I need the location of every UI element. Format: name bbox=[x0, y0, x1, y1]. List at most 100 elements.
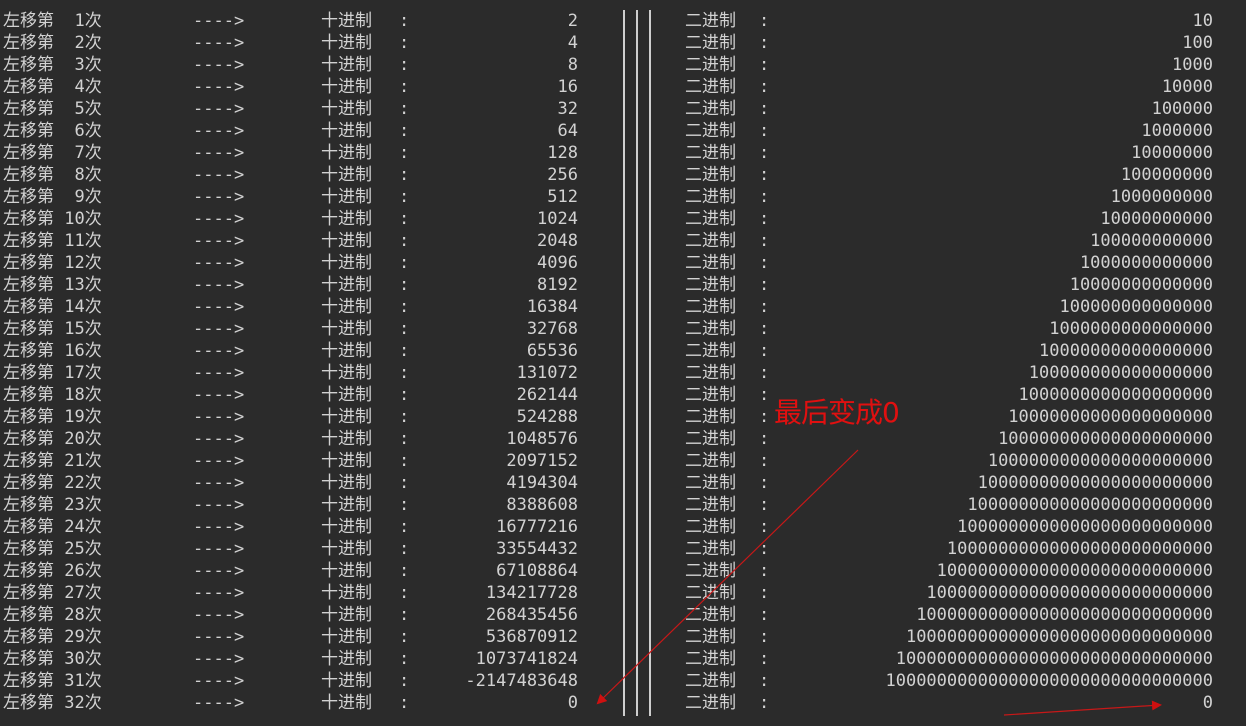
decimal-value: 8388608 bbox=[506, 495, 578, 515]
decimal-colon: : bbox=[399, 187, 410, 207]
binary-value: 100000000000000000000000000 bbox=[936, 561, 1213, 581]
decimal-colon: : bbox=[399, 627, 410, 647]
decimal-colon: : bbox=[399, 209, 410, 229]
row-label: 左移第 21次 bbox=[3, 451, 102, 471]
decimal-value: 524288 bbox=[516, 407, 578, 427]
arrow-text: ----> bbox=[193, 539, 245, 559]
row-label: 左移第 7次 bbox=[3, 143, 102, 163]
decimal-colon: : bbox=[399, 55, 410, 75]
decimal-value: 128 bbox=[547, 143, 578, 163]
decimal-colon: : bbox=[399, 517, 410, 537]
binary-value: 1000000000 bbox=[1110, 187, 1213, 207]
row-label: 左移第 20次 bbox=[3, 429, 102, 449]
arrow-text: ----> bbox=[193, 297, 245, 317]
binary-value: 1000 bbox=[1172, 55, 1213, 75]
row-label: 左移第 29次 bbox=[3, 627, 102, 647]
decimal-label: 十进制 bbox=[321, 275, 372, 295]
decimal-colon: : bbox=[399, 495, 410, 515]
arrow-text: ----> bbox=[193, 341, 245, 361]
binary-label: 二进制 bbox=[685, 11, 736, 31]
binary-colon: : bbox=[759, 55, 770, 75]
binary-value: 1000000000000 bbox=[1079, 253, 1213, 273]
binary-colon: : bbox=[759, 143, 770, 163]
binary-value: 1000000000000000000000000000000 bbox=[895, 649, 1213, 669]
decimal-label: 十进制 bbox=[321, 605, 372, 625]
decimal-value: 1073741824 bbox=[475, 649, 578, 669]
arrow-text: ----> bbox=[193, 407, 245, 427]
decimal-label: 十进制 bbox=[321, 99, 372, 119]
arrow-text: ----> bbox=[193, 671, 245, 691]
decimal-label: 十进制 bbox=[321, 583, 372, 603]
row-label: 左移第 15次 bbox=[3, 319, 102, 339]
binary-colon: : bbox=[759, 231, 770, 251]
binary-colon: : bbox=[759, 627, 770, 647]
binary-colon: : bbox=[759, 605, 770, 625]
output-row: 左移第 6次 ----> 十进制: 64 二进制: 1000000 bbox=[0, 120, 1246, 142]
binary-value: 1000000000000000000000000000 bbox=[926, 583, 1213, 603]
output-row: 左移第 28次 ----> 十进制: 268435456 二进制: 10000000000… bbox=[0, 604, 1246, 626]
binary-value: 10000000000000000 bbox=[1039, 341, 1213, 361]
binary-label: 二进制 bbox=[685, 55, 736, 75]
output-row: 左移第 16次 ----> 十进制: 65536 二进制: 100000000000000… bbox=[0, 340, 1246, 362]
binary-label: 二进制 bbox=[685, 121, 736, 141]
decimal-colon: : bbox=[399, 429, 410, 449]
row-label: 左移第 28次 bbox=[3, 605, 102, 625]
decimal-colon: : bbox=[399, 363, 410, 383]
binary-label: 二进制 bbox=[685, 605, 736, 625]
binary-label: 二进制 bbox=[685, 165, 736, 185]
decimal-label: 十进制 bbox=[321, 649, 372, 669]
binary-label: 二进制 bbox=[685, 297, 736, 317]
row-label: 左移第 4次 bbox=[3, 77, 102, 97]
decimal-value: 0 bbox=[567, 693, 578, 713]
binary-label: 二进制 bbox=[685, 649, 736, 669]
output-row: 左移第 4次 ----> 十进制: 16 二进制: 10000 bbox=[0, 76, 1246, 98]
decimal-label: 十进制 bbox=[321, 407, 372, 427]
output-row: 左移第 21次 ----> 十进制: 2097152 二进制: 1000000000000… bbox=[0, 450, 1246, 472]
binary-label: 二进制 bbox=[685, 583, 736, 603]
binary-value: 100000000 bbox=[1120, 165, 1213, 185]
binary-colon: : bbox=[759, 11, 770, 31]
binary-value: 100000 bbox=[1151, 99, 1213, 119]
output-row: 左移第 10次 ----> 十进制: 1024 二进制: 10000000000 bbox=[0, 208, 1246, 230]
row-label: 左移第 13次 bbox=[3, 275, 102, 295]
arrow-text: ----> bbox=[193, 561, 245, 581]
output-row: 左移第 9次 ----> 十进制: 512 二进制: 1000000000 bbox=[0, 186, 1246, 208]
output-row: 左移第 8次 ----> 十进制: 256 二进制: 100000000 bbox=[0, 164, 1246, 186]
binary-label: 二进制 bbox=[685, 363, 736, 383]
output-row: 左移第 29次 ----> 十进制: 536870912 二进制: 10000000000… bbox=[0, 626, 1246, 648]
binary-colon: : bbox=[759, 561, 770, 581]
console-output: 左移第 1次 ----> 十进制: 2 二进制: 10 左移第 2次 ----> 十进制: 4 二进… bbox=[0, 0, 1246, 726]
binary-value: 10000000000000000000000000000 bbox=[916, 605, 1213, 625]
decimal-colon: : bbox=[399, 11, 410, 31]
arrow-text: ----> bbox=[193, 165, 245, 185]
decimal-colon: : bbox=[399, 671, 410, 691]
row-label: 左移第 8次 bbox=[3, 165, 102, 185]
arrow-text: ----> bbox=[193, 187, 245, 207]
row-label: 左移第 16次 bbox=[3, 341, 102, 361]
binary-label: 二进制 bbox=[685, 693, 736, 713]
decimal-colon: : bbox=[399, 561, 410, 581]
arrow-text: ----> bbox=[193, 99, 245, 119]
arrow-text: ----> bbox=[193, 627, 245, 647]
binary-label: 二进制 bbox=[685, 253, 736, 273]
decimal-label: 十进制 bbox=[321, 187, 372, 207]
arrow-text: ----> bbox=[193, 275, 245, 295]
arrow-text: ----> bbox=[193, 319, 245, 339]
decimal-value: 64 bbox=[557, 121, 578, 141]
arrow-text: ----> bbox=[193, 77, 245, 97]
binary-value: 10000000000000000000000000 bbox=[946, 539, 1213, 559]
binary-value: 100000000000000000000000000000 bbox=[905, 627, 1213, 647]
row-label: 左移第 31次 bbox=[3, 671, 102, 691]
decimal-label: 十进制 bbox=[321, 561, 372, 581]
binary-colon: : bbox=[759, 473, 770, 493]
arrow-text: ----> bbox=[193, 11, 245, 31]
decimal-value: 8192 bbox=[537, 275, 578, 295]
decimal-label: 十进制 bbox=[321, 539, 372, 559]
decimal-label: 十进制 bbox=[321, 627, 372, 647]
binary-value: 1000000 bbox=[1141, 121, 1213, 141]
binary-colon: : bbox=[759, 319, 770, 339]
binary-value: 10000000000000000000000 bbox=[977, 473, 1213, 493]
decimal-colon: : bbox=[399, 33, 410, 53]
decimal-colon: : bbox=[399, 143, 410, 163]
output-row: 左移第 11次 ----> 十进制: 2048 二进制: 100000000000 bbox=[0, 230, 1246, 252]
